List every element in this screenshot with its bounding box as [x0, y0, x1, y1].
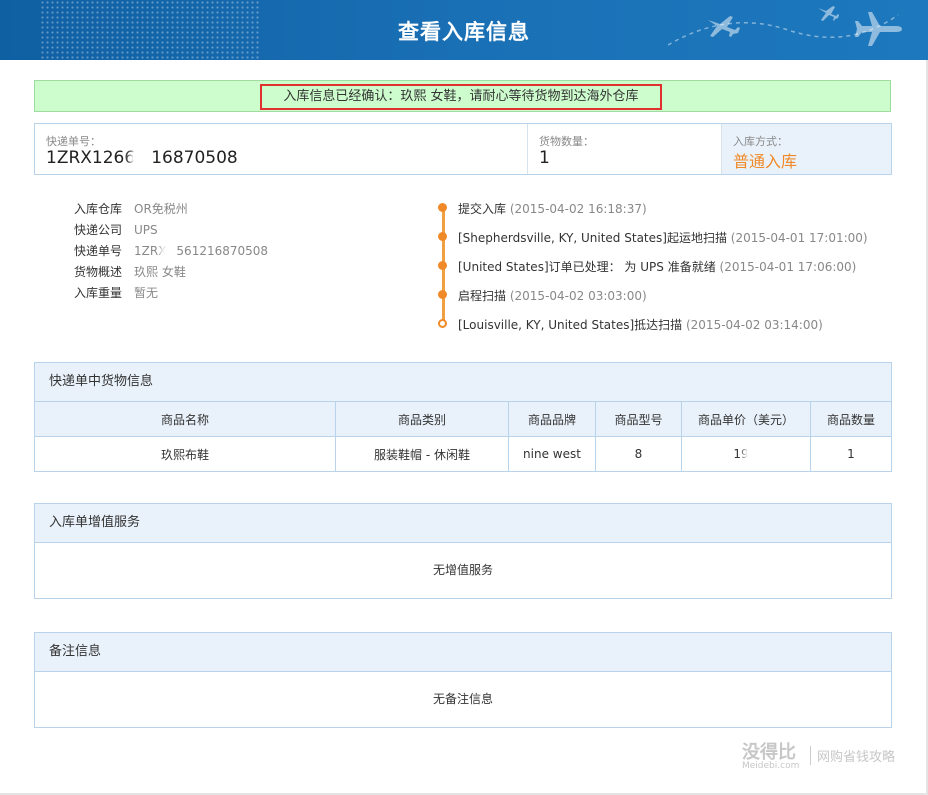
timeline-dot-icon — [438, 319, 447, 328]
tracking-number-value: 1ZRX1266 16870508 — [46, 148, 238, 168]
tracking-number-cell: 快递单号： 1ZRX1266 16870508 — [35, 124, 528, 174]
quantity-cell: 货物数量： 1 — [528, 124, 722, 174]
watermark-slogan: 网购省钱攻略 — [810, 746, 895, 765]
goods-table: 商品名称 商品类别 商品品牌 商品型号 商品单价（美元） 商品数量 玖熙布鞋 服… — [35, 402, 891, 471]
column-header: 商品类别 — [335, 402, 509, 437]
column-header: 商品名称 — [35, 402, 336, 437]
table-row: 玖熙布鞋 服装鞋帽 - 休闲鞋 nine west 8 19 1 — [35, 436, 891, 471]
inbound-method-label: 入库方式： — [733, 135, 788, 148]
tracking-number-label: 快递单号： — [46, 135, 101, 148]
quantity-value: 1 — [539, 148, 550, 168]
remarks-panel-title: 备注信息 — [35, 633, 891, 672]
detail-row-description: 货物概述 玖熙 女鞋 — [74, 265, 186, 279]
page-header: 查看入库信息 — [0, 0, 928, 60]
shipment-summary: 快递单号： 1ZRX1266 16870508 货物数量： 1 入库方式： 普通入… — [34, 123, 892, 175]
remarks-panel: 备注信息 无备注信息 — [34, 632, 892, 728]
table-cell: nine west — [508, 436, 596, 471]
detail-row-tracking: 快递单号 1ZRX 561216870508 — [74, 244, 269, 258]
column-header: 商品品牌 — [508, 402, 596, 437]
inbound-details-list: 入库仓库 OR免税州 快递公司 UPS 快递单号 1ZRX 561216870508 货… — [74, 201, 268, 306]
detail-row-warehouse: 入库仓库 OR免税州 — [74, 202, 188, 216]
watermark-domain: Meidebi.com — [742, 761, 800, 771]
services-panel-title: 入库单增值服务 — [35, 504, 891, 543]
detail-row-carrier: 快递公司 UPS — [74, 223, 158, 237]
column-header: 商品数量 — [810, 402, 891, 437]
timeline-dot-icon — [438, 203, 447, 212]
page-title: 查看入库信息 — [398, 20, 530, 44]
table-cell: 玖熙布鞋 — [35, 436, 336, 471]
table-cell: 服装鞋帽 - 休闲鞋 — [335, 436, 509, 471]
table-header-row: 商品名称 商品类别 商品品牌 商品型号 商品单价（美元） 商品数量 — [35, 402, 891, 437]
timeline-dot-icon — [438, 290, 447, 299]
table-cell: 8 — [595, 436, 682, 471]
table-cell: 19 — [681, 436, 811, 471]
detail-row-weight: 入库重量 暂无 — [74, 286, 159, 300]
services-empty-text: 无增值服务 — [432, 563, 493, 577]
timeline-dot-icon — [438, 261, 447, 270]
value-added-services-panel: 入库单增值服务 无增值服务 — [34, 503, 892, 599]
goods-panel-title: 快递单中货物信息 — [35, 363, 891, 402]
remarks-empty-text: 无备注信息 — [432, 692, 493, 706]
inbound-method-cell: 入库方式： 普通入库 — [722, 124, 891, 174]
column-header: 商品单价（美元） — [681, 402, 811, 437]
column-header: 商品型号 — [595, 402, 682, 437]
goods-info-panel: 快递单中货物信息 商品名称 商品类别 商品品牌 商品型号 商品单价（美元） 商品… — [34, 362, 892, 472]
quantity-label: 货物数量： — [539, 135, 594, 148]
inbound-method-value: 普通入库 — [733, 152, 798, 171]
confirmation-notice: 入库信息已经确认：玖熙 女鞋，请耐心等待货物到达海外仓库 — [34, 80, 891, 112]
timeline-dot-icon — [438, 232, 447, 241]
table-cell: 1 — [810, 436, 891, 471]
notice-text: 入库信息已经确认：玖熙 女鞋，请耐心等待货物到达海外仓库 — [260, 84, 662, 110]
